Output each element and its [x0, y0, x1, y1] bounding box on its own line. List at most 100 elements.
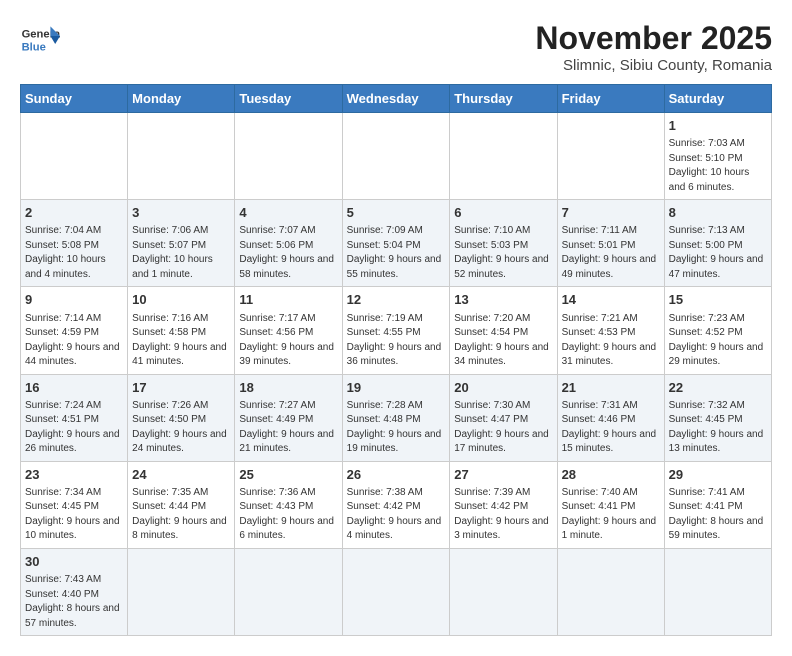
day-info: Sunrise: 7:09 AM Sunset: 5:04 PM Dayligh…: [347, 224, 446, 282]
day-info: Sunrise: 7:11 AM Sunset: 5:01 PM Dayligh…: [562, 224, 660, 282]
day-info: Sunrise: 7:35 AM Sunset: 4:44 PM Dayligh…: [132, 486, 230, 544]
day-info: Sunrise: 7:17 AM Sunset: 4:56 PM Dayligh…: [239, 312, 337, 370]
logo-icon: General Blue: [20, 20, 60, 60]
day-info: Sunrise: 7:30 AM Sunset: 4:47 PM Dayligh…: [454, 399, 552, 457]
calendar-day-cell: 19 Sunrise: 7:28 AM Sunset: 4:48 PM Dayli…: [342, 374, 450, 461]
calendar-day-cell: 10 Sunrise: 7:16 AM Sunset: 4:58 PM Dayli…: [128, 287, 235, 374]
day-info: Sunrise: 7:21 AM Sunset: 4:53 PM Dayligh…: [562, 312, 660, 370]
day-number: 21: [562, 379, 660, 397]
day-number: 23: [25, 466, 123, 484]
calendar-day-cell: 1 Sunrise: 7:03 AM Sunset: 5:10 PM Daylig…: [664, 113, 771, 200]
calendar-day-cell: [450, 548, 557, 635]
day-number: 29: [669, 466, 767, 484]
day-number: 12: [347, 291, 446, 309]
day-info: Sunrise: 7:40 AM Sunset: 4:41 PM Dayligh…: [562, 486, 660, 544]
calendar-day-cell: [128, 548, 235, 635]
day-number: 1: [669, 117, 767, 135]
calendar-day-cell: 18Sunrise: 7:27 AM Sunset: 4:49 PM Dayli…: [235, 374, 342, 461]
day-number: 17: [132, 379, 230, 397]
day-info: Sunrise: 7:10 AM Sunset: 5:03 PM Dayligh…: [454, 224, 552, 282]
day-info: Sunrise: 7:04 AM Sunset: 5:08 PM Dayligh…: [25, 224, 123, 282]
calendar-day-cell: [342, 113, 450, 200]
day-number: 27: [454, 466, 552, 484]
day-info: Sunrise: 7:39 AM Sunset: 4:42 PM Dayligh…: [454, 486, 552, 544]
calendar-day-cell: 15 Sunrise: 7:23 AM Sunset: 4:52 PM Dayli…: [664, 287, 771, 374]
day-number: 15: [669, 291, 767, 309]
day-number: 5: [347, 204, 446, 222]
logo: General Blue: [20, 20, 60, 60]
day-info: Sunrise: 7:28 AM Sunset: 4:48 PM Dayligh…: [347, 399, 446, 457]
calendar-day-cell: 20 Sunrise: 7:30 AM Sunset: 4:47 PM Dayli…: [450, 374, 557, 461]
calendar-day-cell: 7Sunrise: 7:11 AM Sunset: 5:01 PM Daylig…: [557, 200, 664, 287]
calendar-day-cell: [21, 113, 128, 200]
location-subtitle: Slimnic, Sibiu County, Romania: [535, 57, 772, 74]
calendar-header-row: SundayMondayTuesdayWednesdayThursdayFrid…: [21, 85, 772, 113]
day-info: Sunrise: 7:38 AM Sunset: 4:42 PM Dayligh…: [347, 486, 446, 544]
calendar-day-cell: [235, 548, 342, 635]
calendar-week-row: 1 Sunrise: 7:03 AM Sunset: 5:10 PM Daylig…: [21, 113, 772, 200]
calendar-day-cell: 2 Sunrise: 7:04 AM Sunset: 5:08 PM Daylig…: [21, 200, 128, 287]
day-info: Sunrise: 7:07 AM Sunset: 5:06 PM Dayligh…: [239, 224, 337, 282]
day-info: Sunrise: 7:03 AM Sunset: 5:10 PM Dayligh…: [669, 137, 767, 195]
calendar-day-cell: 12 Sunrise: 7:19 AM Sunset: 4:55 PM Dayli…: [342, 287, 450, 374]
calendar-day-cell: 6 Sunrise: 7:10 AM Sunset: 5:03 PM Daylig…: [450, 200, 557, 287]
calendar-day-cell: 17Sunrise: 7:26 AM Sunset: 4:50 PM Dayli…: [128, 374, 235, 461]
day-of-week-header: Sunday: [21, 85, 128, 113]
calendar-table: SundayMondayTuesdayWednesdayThursdayFrid…: [20, 84, 772, 636]
day-of-week-header: Saturday: [664, 85, 771, 113]
calendar-day-cell: [450, 113, 557, 200]
day-info: Sunrise: 7:31 AM Sunset: 4:46 PM Dayligh…: [562, 399, 660, 457]
calendar-day-cell: 22 Sunrise: 7:32 AM Sunset: 4:45 PM Dayli…: [664, 374, 771, 461]
calendar-day-cell: 11 Sunrise: 7:17 AM Sunset: 4:56 PM Dayli…: [235, 287, 342, 374]
title-section: November 2025 Slimnic, Sibiu County, Rom…: [535, 20, 772, 74]
day-number: 2: [25, 204, 123, 222]
calendar-day-cell: 13Sunrise: 7:20 AM Sunset: 4:54 PM Dayli…: [450, 287, 557, 374]
day-info: Sunrise: 7:19 AM Sunset: 4:55 PM Dayligh…: [347, 312, 446, 370]
day-info: Sunrise: 7:23 AM Sunset: 4:52 PM Dayligh…: [669, 312, 767, 370]
page-header: General Blue November 2025 Slimnic, Sibi…: [20, 20, 772, 74]
day-number: 26: [347, 466, 446, 484]
day-number: 20: [454, 379, 552, 397]
month-year-title: November 2025: [535, 20, 772, 57]
calendar-week-row: 23Sunrise: 7:34 AM Sunset: 4:45 PM Dayli…: [21, 461, 772, 548]
calendar-day-cell: [557, 113, 664, 200]
day-number: 14: [562, 291, 660, 309]
svg-text:Blue: Blue: [22, 41, 46, 53]
day-number: 19: [347, 379, 446, 397]
day-number: 25: [239, 466, 337, 484]
calendar-day-cell: [235, 113, 342, 200]
day-of-week-header: Friday: [557, 85, 664, 113]
calendar-week-row: 30 Sunrise: 7:43 AM Sunset: 4:40 PM Dayli…: [21, 548, 772, 635]
day-of-week-header: Wednesday: [342, 85, 450, 113]
day-of-week-header: Tuesday: [235, 85, 342, 113]
calendar-day-cell: 24Sunrise: 7:35 AM Sunset: 4:44 PM Dayli…: [128, 461, 235, 548]
calendar-day-cell: 14 Sunrise: 7:21 AM Sunset: 4:53 PM Dayli…: [557, 287, 664, 374]
calendar-day-cell: 27 Sunrise: 7:39 AM Sunset: 4:42 PM Dayli…: [450, 461, 557, 548]
day-info: Sunrise: 7:20 AM Sunset: 4:54 PM Dayligh…: [454, 312, 552, 370]
day-of-week-header: Monday: [128, 85, 235, 113]
day-of-week-header: Thursday: [450, 85, 557, 113]
day-number: 22: [669, 379, 767, 397]
calendar-day-cell: [664, 548, 771, 635]
calendar-day-cell: 29 Sunrise: 7:41 AM Sunset: 4:41 PM Dayli…: [664, 461, 771, 548]
calendar-day-cell: 3 Sunrise: 7:06 AM Sunset: 5:07 PM Daylig…: [128, 200, 235, 287]
day-number: 10: [132, 291, 230, 309]
day-number: 11: [239, 291, 337, 309]
day-info: Sunrise: 7:13 AM Sunset: 5:00 PM Dayligh…: [669, 224, 767, 282]
day-info: Sunrise: 7:16 AM Sunset: 4:58 PM Dayligh…: [132, 312, 230, 370]
calendar-day-cell: 16Sunrise: 7:24 AM Sunset: 4:51 PM Dayli…: [21, 374, 128, 461]
day-number: 30: [25, 553, 123, 571]
day-info: Sunrise: 7:06 AM Sunset: 5:07 PM Dayligh…: [132, 224, 230, 282]
day-number: 3: [132, 204, 230, 222]
day-info: Sunrise: 7:32 AM Sunset: 4:45 PM Dayligh…: [669, 399, 767, 457]
day-info: Sunrise: 7:43 AM Sunset: 4:40 PM Dayligh…: [25, 573, 123, 631]
calendar-day-cell: 8Sunrise: 7:13 AM Sunset: 5:00 PM Daylig…: [664, 200, 771, 287]
calendar-day-cell: 9Sunrise: 7:14 AM Sunset: 4:59 PM Daylig…: [21, 287, 128, 374]
day-number: 18: [239, 379, 337, 397]
calendar-week-row: 16Sunrise: 7:24 AM Sunset: 4:51 PM Dayli…: [21, 374, 772, 461]
day-number: 6: [454, 204, 552, 222]
day-info: Sunrise: 7:41 AM Sunset: 4:41 PM Dayligh…: [669, 486, 767, 544]
calendar-day-cell: [342, 548, 450, 635]
day-number: 9: [25, 291, 123, 309]
day-number: 28: [562, 466, 660, 484]
